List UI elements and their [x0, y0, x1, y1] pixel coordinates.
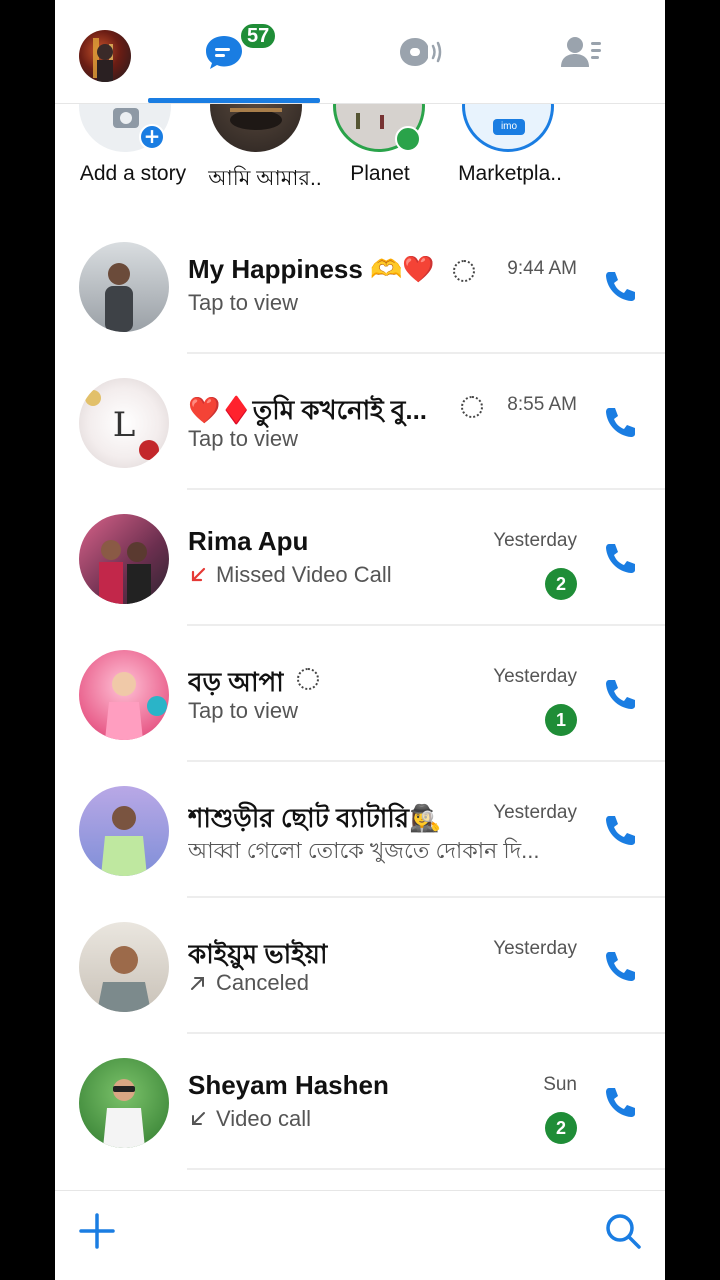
- story-ring-icon: [461, 396, 483, 418]
- story-ring-icon: [453, 260, 475, 282]
- story-label: Marketpla..: [458, 162, 562, 185]
- unread-badge: 1: [545, 704, 577, 736]
- top-bar: 57: [55, 0, 665, 104]
- tab-contacts[interactable]: [505, 0, 657, 104]
- audio-room-icon: [400, 38, 442, 66]
- chat-row[interactable]: শাশুড়ীর ছোট ব্যাটারি🕵️‍♀️ আব্বা গেলো তো…: [55, 762, 665, 898]
- active-tab-indicator: [148, 98, 320, 103]
- app-screen: 57 + Add a story আমি আমার.. Planet imo M…: [55, 0, 665, 1280]
- outgoing-call-arrow-icon: [191, 977, 204, 990]
- phone-icon[interactable]: [601, 402, 641, 442]
- chat-subtitle: Missed Video Call: [188, 562, 392, 588]
- avatar: [79, 650, 169, 740]
- avatar: [79, 786, 169, 876]
- unread-badge: 2: [545, 1112, 577, 1144]
- chat-row[interactable]: L ❤️♦️তুমি কখনোই বু... Tap to view 8:55 …: [55, 354, 665, 490]
- chat-subtitle: Canceled: [188, 970, 309, 996]
- add-story-plus-icon: +: [139, 124, 165, 150]
- avatar: L: [79, 378, 169, 468]
- incoming-call-arrow-icon: [192, 1112, 205, 1125]
- chat-time: Yesterday: [493, 802, 577, 823]
- phone-icon[interactable]: [601, 674, 641, 714]
- chat-time: 8:55 AM: [507, 394, 577, 415]
- chat-subtitle: Video call: [188, 1106, 311, 1132]
- bottom-bar: [55, 1190, 665, 1280]
- new-chat-plus-icon[interactable]: [75, 1209, 119, 1253]
- avatar: [79, 1058, 169, 1148]
- avatar: [79, 922, 169, 1012]
- chat-list: My Happiness 🫶❤️ Tap to view 9:44 AM L ❤…: [55, 218, 665, 1170]
- avatar: [79, 242, 169, 332]
- story-label: Add a story: [79, 162, 187, 185]
- missed-call-arrow-icon: [191, 567, 206, 582]
- planet-badge-icon: [395, 126, 421, 152]
- chat-row[interactable]: Rima Apu Missed Video Call Yesterday 2: [55, 490, 665, 626]
- profile-avatar[interactable]: [79, 30, 131, 82]
- contacts-icon: [561, 37, 601, 67]
- chat-name: My Happiness 🫶❤️: [188, 254, 435, 284]
- phone-icon[interactable]: [601, 1082, 641, 1122]
- chat-subtitle: Tap to view: [188, 698, 299, 723]
- chat-time: Yesterday: [493, 666, 577, 687]
- stories-row: + Add a story আমি আমার.. Planet imo Mark…: [55, 60, 665, 200]
- tab-calls[interactable]: [345, 0, 497, 104]
- search-icon[interactable]: [601, 1209, 645, 1253]
- chat-row[interactable]: My Happiness 🫶❤️ Tap to view 9:44 AM: [55, 218, 665, 354]
- phone-icon[interactable]: [601, 946, 641, 986]
- chat-subtitle: Tap to view: [188, 426, 299, 451]
- chat-time: 9:44 AM: [507, 258, 577, 279]
- story-ring-icon: [297, 668, 319, 690]
- chat-row[interactable]: Sheyam Hashen Video call Sun 2: [55, 1034, 665, 1170]
- chat-name: Rima Apu: [188, 526, 309, 556]
- chat-time: Sun: [543, 1074, 577, 1095]
- chat-subtitle: Tap to view: [188, 290, 299, 315]
- row-divider: [187, 1168, 665, 1170]
- chat-name: Sheyam Hashen: [188, 1070, 389, 1100]
- story-label: Planet: [350, 162, 410, 185]
- chat-row[interactable]: কাইয়ুম ভাইয়া Canceled Yesterday: [55, 898, 665, 1034]
- chat-time: Yesterday: [493, 530, 577, 551]
- imo-logo: imo: [493, 119, 525, 135]
- unread-badge: 2: [545, 568, 577, 600]
- chat-row[interactable]: বড় আপা Tap to view Yesterday 1: [55, 626, 665, 762]
- unread-count-badge: 57: [239, 22, 278, 50]
- tab-chats[interactable]: [148, 0, 300, 104]
- phone-icon[interactable]: [601, 538, 641, 578]
- phone-icon[interactable]: [601, 810, 641, 850]
- chat-subtitle: আব্বা গেলো তোকে খুজতে দোকান দি...: [188, 838, 540, 863]
- avatar: [79, 514, 169, 604]
- svg-text:L: L: [113, 405, 136, 445]
- chat-time: Yesterday: [493, 938, 577, 959]
- phone-icon[interactable]: [601, 266, 641, 306]
